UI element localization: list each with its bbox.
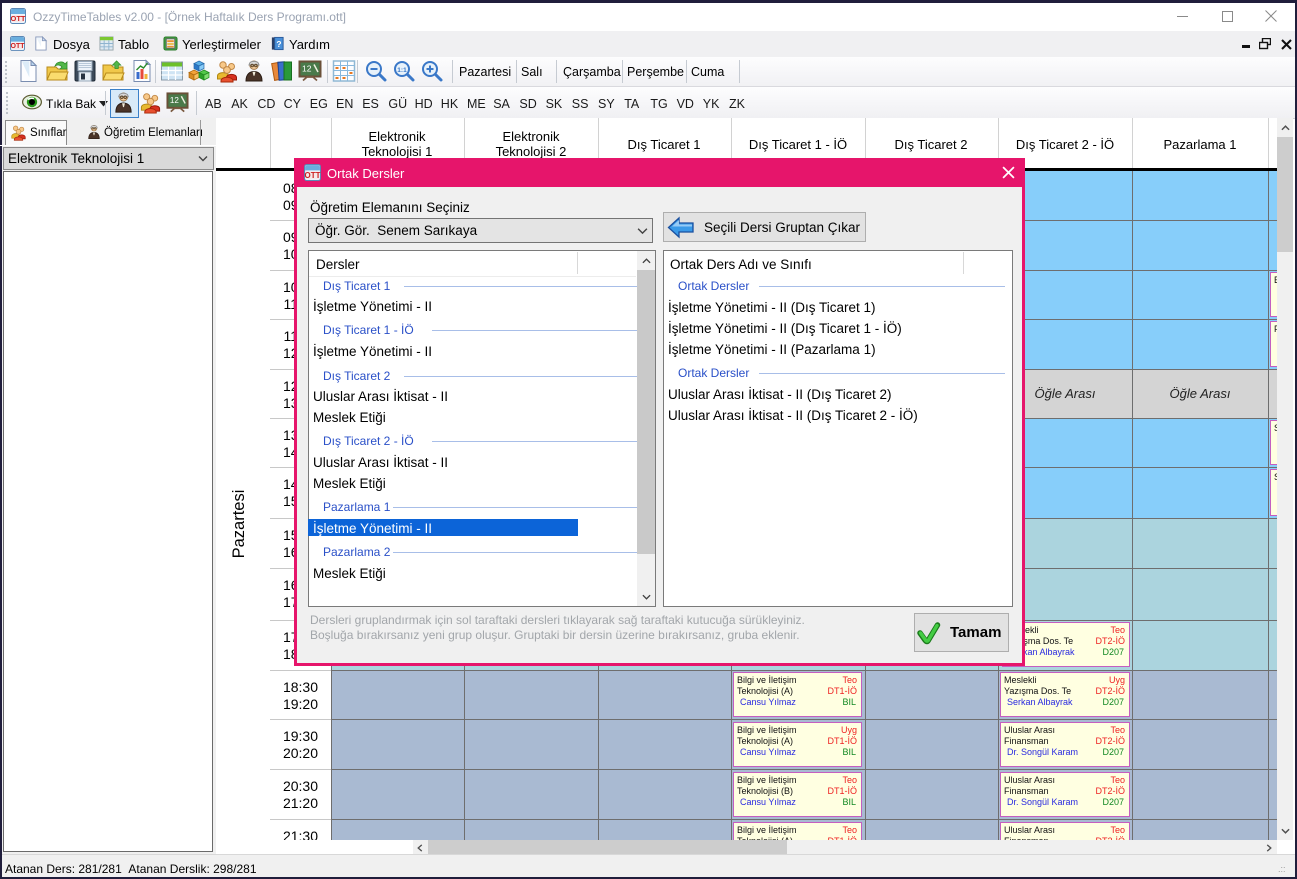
svg-text:?: ? — [276, 39, 281, 49]
svg-text:OTT: OTT — [305, 171, 321, 180]
svg-text:12: 12 — [170, 96, 180, 105]
svg-text:12: 12 — [302, 64, 312, 74]
svg-text:1:1: 1:1 — [397, 67, 407, 74]
svg-text:OTT: OTT — [10, 43, 25, 50]
svg-text:OTT: OTT — [11, 14, 26, 23]
